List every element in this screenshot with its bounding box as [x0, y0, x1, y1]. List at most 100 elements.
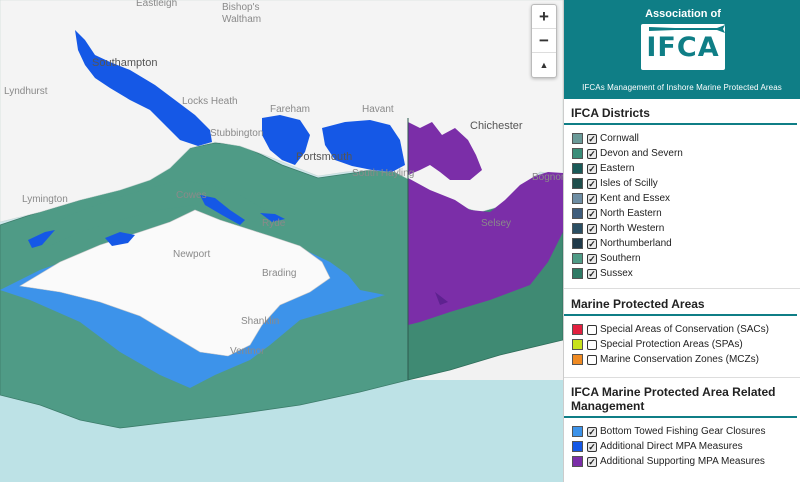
layer-checkbox[interactable]: ✓ — [587, 133, 597, 144]
layer-checkbox[interactable]: ✓ — [587, 163, 597, 174]
legend-label: Isles of Scilly — [600, 178, 658, 189]
legend-label: Kent and Essex — [600, 193, 671, 204]
legend-item[interactable]: Special Areas of Conservation (SACs) — [564, 322, 800, 337]
legend-swatch — [572, 133, 583, 144]
legend-item[interactable]: ✓ Eastern — [564, 161, 800, 176]
layer-checkbox[interactable]: ✓ — [587, 268, 597, 279]
layer-checkbox[interactable] — [587, 324, 597, 335]
place-label: Locks Heath — [182, 96, 238, 107]
place-label: Bognor — [532, 172, 563, 183]
legend-label: Special Protection Areas (SPAs) — [600, 339, 743, 350]
legend-swatch — [572, 148, 583, 159]
districts-title: IFCA Districts — [564, 106, 797, 125]
legend-swatch — [572, 193, 583, 204]
layer-checkbox[interactable]: ✓ — [587, 178, 597, 189]
place-label: Ryde — [262, 218, 286, 229]
legend-swatch — [572, 268, 583, 279]
layer-checkbox[interactable]: ✓ — [587, 456, 597, 467]
layer-checkbox[interactable]: ✓ — [587, 148, 597, 159]
legend-label: Bottom Towed Fishing Gear Closures — [600, 426, 766, 437]
place-label: Brading — [262, 268, 297, 279]
legend-label: Marine Conservation Zones (MCZs) — [600, 354, 759, 365]
fish-icon — [649, 25, 725, 33]
header-banner: Association of IFCA IFCAs Management of … — [564, 0, 800, 99]
header-subtitle: IFCAs Management of Inshore Marine Prote… — [582, 83, 782, 92]
layer-checkbox[interactable] — [587, 354, 597, 365]
place-label: Cowes — [176, 190, 207, 201]
legend-item[interactable]: ✓ North Western — [564, 221, 800, 236]
place-label: Chichester — [470, 120, 523, 132]
ifca-logo: Association of IFCA — [625, 5, 741, 71]
legend-item[interactable]: ✓ Additional Direct MPA Measures — [564, 439, 800, 454]
legend-swatch — [572, 324, 583, 335]
legend-item[interactable]: Special Protection Areas (SPAs) — [564, 337, 800, 352]
legend-item[interactable]: ✓ Additional Supporting MPA Measures — [564, 454, 800, 469]
place-label: Portsmouth — [296, 151, 353, 163]
management-title-line2: Management — [571, 399, 645, 413]
legend-item[interactable]: ✓ Southern — [564, 251, 800, 266]
zoom-controls: + − ▲ — [531, 4, 557, 78]
place-label: Shanklin — [241, 316, 280, 327]
layer-checkbox[interactable]: ✓ — [587, 193, 597, 204]
reset-north-button[interactable]: ▲ — [532, 53, 556, 77]
zoom-in-button[interactable]: + — [532, 5, 556, 29]
legend-item[interactable]: ✓ Cornwall — [564, 131, 800, 146]
legend-item[interactable]: ✓ Devon and Severn — [564, 146, 800, 161]
place-label: Fareham — [270, 104, 311, 115]
legend-item[interactable]: ✓ North Eastern — [564, 206, 800, 221]
legend-swatch — [572, 426, 583, 437]
place-label: Selsey — [481, 218, 512, 229]
place-label: Ventnor — [230, 346, 265, 357]
layer-checkbox[interactable]: ✓ — [587, 238, 597, 249]
legend-item[interactable]: ✓ Northumberland — [564, 236, 800, 251]
place-label: Newport — [173, 249, 211, 260]
map-canvas[interactable] — [0, 0, 563, 482]
zoom-out-button[interactable]: − — [532, 29, 556, 53]
legend-label: North Western — [600, 223, 665, 234]
layer-checkbox[interactable]: ✓ — [587, 253, 597, 264]
legend-item[interactable]: ✓ Kent and Essex — [564, 191, 800, 206]
legend-swatch — [572, 456, 583, 467]
management-section: IFCA Marine Protected Area Related Manag… — [564, 385, 800, 469]
legend-swatch — [572, 178, 583, 189]
place-label: South Hayling — [352, 168, 415, 179]
layer-checkbox[interactable]: ✓ — [587, 441, 597, 452]
place-label: Stubbington — [210, 128, 264, 139]
mpa-title: Marine Protected Areas — [564, 297, 797, 316]
legend-swatch — [572, 223, 583, 234]
place-label: Lymington — [22, 194, 68, 205]
place-label: Bishop's — [222, 2, 260, 13]
layer-checkbox[interactable]: ✓ — [587, 208, 597, 219]
legend-label: North Eastern — [600, 208, 662, 219]
layer-checkbox[interactable]: ✓ — [587, 223, 597, 234]
legend-item[interactable]: ✓ Bottom Towed Fishing Gear Closures — [564, 424, 800, 439]
place-label: Havant — [362, 104, 394, 115]
place-label: Lyndhurst — [4, 86, 48, 97]
districts-section: IFCA Districts ✓ Cornwall ✓ Devon and Sever… — [564, 106, 800, 281]
layer-checkbox[interactable] — [587, 339, 597, 350]
legend-swatch — [572, 253, 583, 264]
place-label: Eastleigh — [136, 0, 178, 9]
legend-label: Southern — [600, 253, 641, 264]
legend-item[interactable]: Marine Conservation Zones (MCZs) — [564, 352, 800, 367]
legend-label: Eastern — [600, 163, 635, 174]
mpa-section: Marine Protected Areas Special Areas of … — [564, 297, 800, 367]
legend-swatch — [572, 441, 583, 452]
legend-swatch — [572, 163, 583, 174]
place-label: Waltham — [222, 14, 262, 25]
legend-item[interactable]: ✓ Isles of Scilly — [564, 176, 800, 191]
legend-label: Additional Direct MPA Measures — [600, 441, 743, 452]
legend-swatch — [572, 238, 583, 249]
map-view[interactable]: Eastleigh Bishop's Waltham Southampton Lyndh… — [0, 0, 563, 482]
legend-label: Sussex — [600, 268, 633, 279]
layer-checkbox[interactable]: ✓ — [587, 426, 597, 437]
legend-label: Devon and Severn — [600, 148, 683, 159]
legend-label: Northumberland — [600, 238, 672, 249]
legend-swatch — [572, 339, 583, 350]
legend-swatch — [572, 354, 583, 365]
management-title: IFCA Marine Protected Area Related Manag… — [564, 385, 797, 418]
legend-panel: Association of IFCA IFCAs Management of … — [563, 0, 800, 482]
legend-label: Special Areas of Conservation (SACs) — [600, 324, 769, 335]
legend-swatch — [572, 208, 583, 219]
legend-item[interactable]: ✓ Sussex — [564, 266, 800, 281]
